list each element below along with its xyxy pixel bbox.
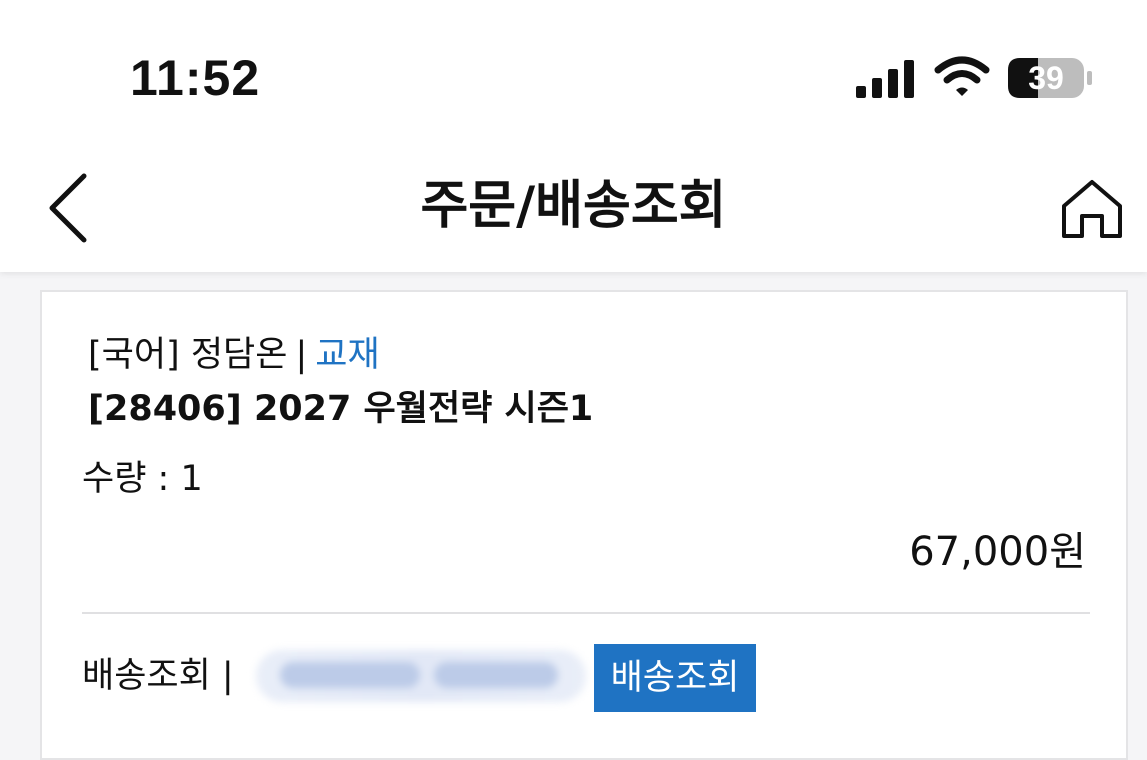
order-item-card: [국어] 정담온 | 교재 [28406] 2027 우월전략 시즌1 수량 : 1… — [40, 290, 1128, 760]
track-shipment-button[interactable]: 배송조회 — [594, 644, 756, 712]
price-label: 67,000원 — [909, 529, 1086, 575]
meta-separator: | — [295, 335, 308, 375]
battery-level: 39 — [1028, 60, 1064, 96]
tracking-number-redacted — [256, 650, 586, 702]
shipping-label: 배송조회 | — [82, 656, 234, 696]
teacher-name: 정담온 — [190, 335, 288, 375]
divider — [82, 612, 1090, 614]
top-bar: 11:52 39 주문/배송조회 — [0, 0, 1147, 272]
home-button[interactable] — [1058, 176, 1126, 242]
quantity-label: 수량 : 1 — [82, 459, 203, 499]
page-title: 주문/배송조회 — [420, 176, 727, 236]
product-type: 교재 — [315, 335, 380, 375]
cellular-signal-icon — [856, 60, 914, 98]
product-meta: [국어] 정담온 | 교재 — [88, 332, 380, 378]
wifi-icon — [934, 56, 990, 96]
product-title: [28406] 2027 우월전략 시즌1 — [88, 389, 594, 429]
subject-label: [국어] — [88, 335, 180, 375]
status-time: 11:52 — [130, 50, 261, 106]
battery-indicator: 39 — [1008, 58, 1094, 98]
